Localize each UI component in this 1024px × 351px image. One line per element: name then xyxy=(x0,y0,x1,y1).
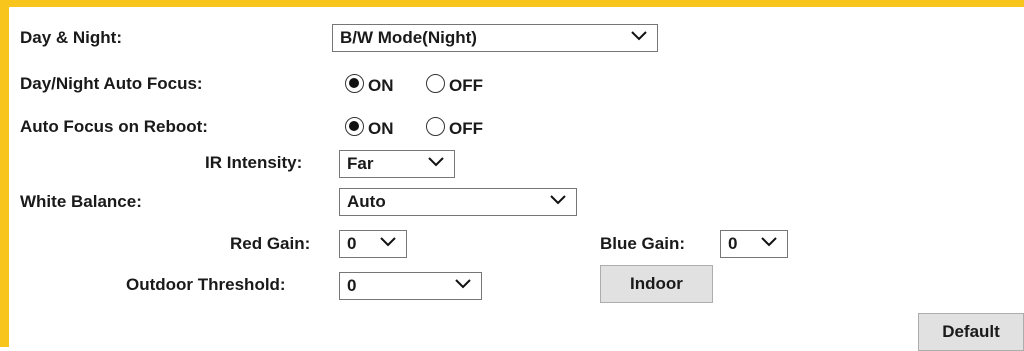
auto-focus-off-label: OFF xyxy=(449,75,483,95)
day-night-label: Day & Night: xyxy=(20,28,122,47)
reboot-focus-on-label: ON xyxy=(368,118,394,138)
blue-gain-value: 0 xyxy=(728,234,738,253)
frame-top-border xyxy=(0,0,1024,7)
blue-gain-select[interactable]: 0 xyxy=(720,230,788,258)
outdoor-threshold-label: Outdoor Threshold: xyxy=(126,275,286,294)
day-night-value: B/W Mode(Night) xyxy=(340,28,477,47)
white-balance-label: White Balance: xyxy=(20,192,142,211)
ir-intensity-value: Far xyxy=(347,154,374,173)
red-gain-select[interactable]: 0 xyxy=(339,230,407,258)
blue-gain-label: Blue Gain: xyxy=(600,234,686,253)
reboot-focus-label: Auto Focus on Reboot: xyxy=(20,117,208,136)
chevron-down-icon xyxy=(428,157,444,167)
ir-intensity-label: IR Intensity: xyxy=(205,153,303,172)
auto-focus-off-radio[interactable]: OFF xyxy=(426,72,483,95)
outdoor-threshold-value: 0 xyxy=(347,276,357,295)
white-balance-value: Auto xyxy=(347,192,386,211)
radio-unchecked-icon xyxy=(426,73,445,93)
radio-checked-icon xyxy=(345,73,364,93)
reboot-focus-off-radio[interactable]: OFF xyxy=(426,115,483,138)
chevron-down-icon xyxy=(761,237,777,247)
chevron-down-icon xyxy=(455,279,471,289)
radio-checked-icon xyxy=(345,116,364,136)
chevron-down-icon xyxy=(550,195,566,205)
chevron-down-icon xyxy=(380,237,396,247)
frame-left-border xyxy=(0,0,9,347)
radio-unchecked-icon xyxy=(426,116,445,136)
white-balance-select[interactable]: Auto xyxy=(339,188,577,216)
auto-focus-on-radio[interactable]: ON xyxy=(345,72,394,95)
auto-focus-on-label: ON xyxy=(368,75,394,95)
reboot-focus-off-label: OFF xyxy=(449,118,483,138)
red-gain-value: 0 xyxy=(347,234,357,253)
day-night-select[interactable]: B/W Mode(Night) xyxy=(332,24,658,52)
default-button[interactable]: Default xyxy=(918,313,1024,351)
chevron-down-icon xyxy=(631,31,647,41)
outdoor-threshold-select[interactable]: 0 xyxy=(339,272,482,300)
ir-intensity-select[interactable]: Far xyxy=(339,150,455,178)
auto-focus-label: Day/Night Auto Focus: xyxy=(20,74,203,93)
reboot-focus-on-radio[interactable]: ON xyxy=(345,115,394,138)
indoor-button[interactable]: Indoor xyxy=(600,265,713,303)
red-gain-label: Red Gain: xyxy=(230,234,311,253)
